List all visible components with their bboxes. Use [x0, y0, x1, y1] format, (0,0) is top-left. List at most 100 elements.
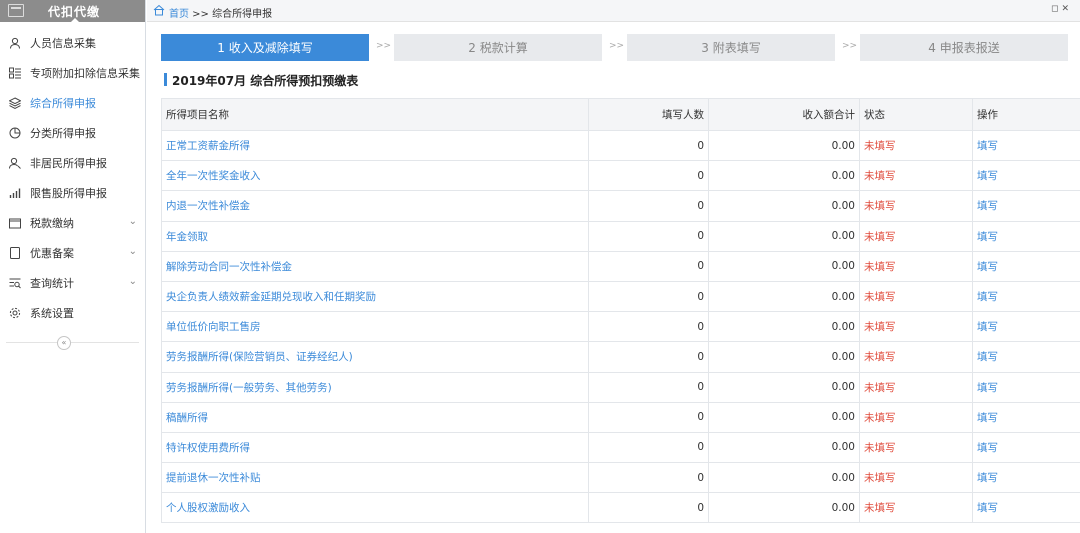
income-item-name-link[interactable]: 全年一次性奖金收入 — [161, 160, 589, 192]
folder-icon — [9, 217, 21, 229]
table-row: 特许权使用费所得 0 0.00 未填写 填写 — [161, 431, 1080, 464]
step-separator: >> — [376, 41, 392, 51]
person-icon — [9, 157, 21, 169]
sidebar-item-label: 系统设置 — [30, 307, 74, 320]
home-icon — [153, 4, 165, 16]
income-total-cell: 0.00 — [708, 371, 860, 403]
layers-icon — [8, 97, 22, 109]
fill-in-link[interactable]: 填写 — [972, 431, 1080, 464]
income-item-name-link[interactable]: 正常工资薪金所得 — [161, 129, 589, 162]
table-row: 央企负责人绩效薪金延期兑现收入和任期奖励 0 0.00 未填写 填写 — [161, 280, 1080, 313]
fill-in-link[interactable]: 填写 — [972, 190, 1080, 222]
fill-in-link[interactable]: 填写 — [972, 462, 1080, 494]
fill-in-link[interactable]: 填写 — [972, 220, 1080, 252]
sidebar-item-label: 税款缴纳 — [30, 217, 74, 230]
income-item-name-link[interactable]: 特许权使用费所得 — [161, 431, 589, 464]
income-total-cell: 0.00 — [708, 341, 860, 373]
sidebar-item-label: 分类所得申报 — [30, 127, 96, 140]
chevron-down-icon: ⌄ — [128, 246, 137, 257]
status-badge: 未填写 — [859, 462, 973, 494]
sidebar-item-personnel[interactable]: 人员信息采集 — [0, 28, 145, 58]
income-total-cell: 0.00 — [708, 280, 860, 313]
fill-in-link[interactable]: 填写 — [972, 371, 1080, 403]
table-row: 提前退休一次性补贴 0 0.00 未填写 填写 — [161, 462, 1080, 494]
income-total-cell: 0.00 — [708, 190, 860, 222]
breadcrumb-home-link[interactable]: 首页 — [169, 9, 189, 20]
close-window-icon[interactable]: ✕ — [1061, 4, 1072, 14]
status-badge: 未填写 — [859, 492, 973, 524]
table-row: 单位低价向职工售房 0 0.00 未填写 填写 — [161, 311, 1080, 343]
step-schedule-fill[interactable]: 3 附表填写 — [627, 34, 835, 61]
person-icon — [9, 37, 21, 49]
sidebar-item-nonresident-income[interactable]: 非居民所得申报 — [0, 148, 145, 178]
sidebar-item-query-stats[interactable]: 查询统计 ⌄ — [0, 268, 145, 298]
sidebar-header: 代扣代缴 — [0, 0, 145, 23]
income-items-table: 所得项目名称 填写人数 收入额合计 状态 操作 正常工资薪金所得 0 0.00 未填写… — [161, 98, 1080, 524]
bar-chart-icon — [9, 187, 21, 199]
table-row: 解除劳动合同一次性补偿金 0 0.00 未填写 填写 — [161, 250, 1080, 282]
collapse-sidebar-button[interactable]: « — [57, 336, 71, 350]
income-item-name-link[interactable]: 央企负责人绩效薪金延期兑现收入和任期奖励 — [161, 280, 589, 313]
table-row: 内退一次性补偿金 0 0.00 未填写 填写 — [161, 190, 1080, 222]
sidebar-item-label: 查询统计 — [30, 277, 74, 290]
sidebar-item-label: 限售股所得申报 — [30, 187, 107, 200]
income-total-cell: 0.00 — [708, 220, 860, 252]
count-cell: 0 — [588, 492, 709, 524]
fill-in-link[interactable]: 填写 — [972, 280, 1080, 313]
sidebar-item-tax-payment[interactable]: 税款缴纳 ⌄ — [0, 208, 145, 238]
income-total-cell: 0.00 — [708, 462, 860, 494]
status-badge: 未填写 — [859, 250, 973, 282]
step-separator: >> — [842, 41, 858, 51]
fill-in-link[interactable]: 填写 — [972, 311, 1080, 343]
fill-in-link[interactable]: 填写 — [972, 129, 1080, 162]
col-header-action: 操作 — [972, 98, 1080, 131]
fill-in-link[interactable]: 填写 — [972, 250, 1080, 282]
breadcrumb-separator: >> — [189, 9, 213, 20]
count-cell: 0 — [588, 280, 709, 313]
income-item-name-link[interactable]: 年金领取 — [161, 220, 589, 252]
income-item-name-link[interactable]: 内退一次性补偿金 — [161, 190, 589, 222]
gear-icon — [9, 307, 21, 319]
breadcrumb-bar: 首页 >> 综合所得申报 ◻✕ — [147, 0, 1080, 22]
sidebar-item-label: 非居民所得申报 — [30, 157, 107, 170]
sidebar-item-comprehensive-income[interactable]: 综合所得申报 — [0, 88, 145, 118]
restore-window-icon[interactable]: ◻ — [1051, 4, 1061, 14]
active-pointer — [70, 18, 80, 23]
step-submit-return[interactable]: 4 申报表报送 — [860, 34, 1068, 61]
count-cell: 0 — [588, 431, 709, 464]
income-item-name-link[interactable]: 劳务报酬所得(一般劳务、其他劳务) — [161, 371, 589, 403]
income-total-cell: 0.00 — [708, 129, 860, 162]
sidebar-item-preferential-filing[interactable]: 优惠备案 ⌄ — [0, 238, 145, 268]
income-item-name-link[interactable]: 个人股权激励收入 — [161, 492, 589, 524]
chevron-down-icon: ⌄ — [128, 66, 137, 77]
fill-in-link[interactable]: 填写 — [972, 492, 1080, 524]
breadcrumb: 首页 >> 综合所得申报 — [169, 5, 272, 20]
fill-in-link[interactable]: 填写 — [972, 341, 1080, 373]
sidebar-item-classified-income[interactable]: 分类所得申报 — [0, 118, 145, 148]
step-tax-calculation[interactable]: 2 税款计算 — [394, 34, 602, 61]
income-item-name-link[interactable]: 稿酬所得 — [161, 401, 589, 433]
step-income-deduction[interactable]: 1 收入及减除填写 — [161, 34, 369, 61]
status-badge: 未填写 — [859, 190, 973, 222]
fill-in-link[interactable]: 填写 — [972, 401, 1080, 433]
income-item-name-link[interactable]: 提前退休一次性补贴 — [161, 462, 589, 494]
window-controls: ◻✕ — [1051, 4, 1072, 14]
table-row: 劳务报酬所得(一般劳务、其他劳务) 0 0.00 未填写 填写 — [161, 371, 1080, 403]
status-badge: 未填写 — [859, 129, 973, 162]
income-total-cell: 0.00 — [708, 492, 860, 524]
income-item-name-link[interactable]: 单位低价向职工售房 — [161, 311, 589, 343]
pie-chart-icon — [9, 127, 21, 139]
income-item-name-link[interactable]: 劳务报酬所得(保险营销员、证券经纪人) — [161, 341, 589, 373]
income-item-name-link[interactable]: 解除劳动合同一次性补偿金 — [161, 250, 589, 282]
count-cell: 0 — [588, 462, 709, 494]
fill-in-link[interactable]: 填写 — [972, 160, 1080, 192]
count-cell: 0 — [588, 341, 709, 373]
count-cell: 0 — [588, 129, 709, 162]
list-icon — [9, 67, 21, 79]
sidebar-item-system-settings[interactable]: 系统设置 — [0, 298, 145, 328]
status-badge: 未填写 — [859, 311, 973, 343]
sidebar-item-special-deduction[interactable]: 专项附加扣除信息采集 ⌄ — [0, 58, 145, 88]
sidebar-item-restricted-stock[interactable]: 限售股所得申报 — [0, 178, 145, 208]
breadcrumb-current: 综合所得申报 — [212, 9, 273, 20]
chevron-down-icon: ⌄ — [128, 216, 137, 227]
